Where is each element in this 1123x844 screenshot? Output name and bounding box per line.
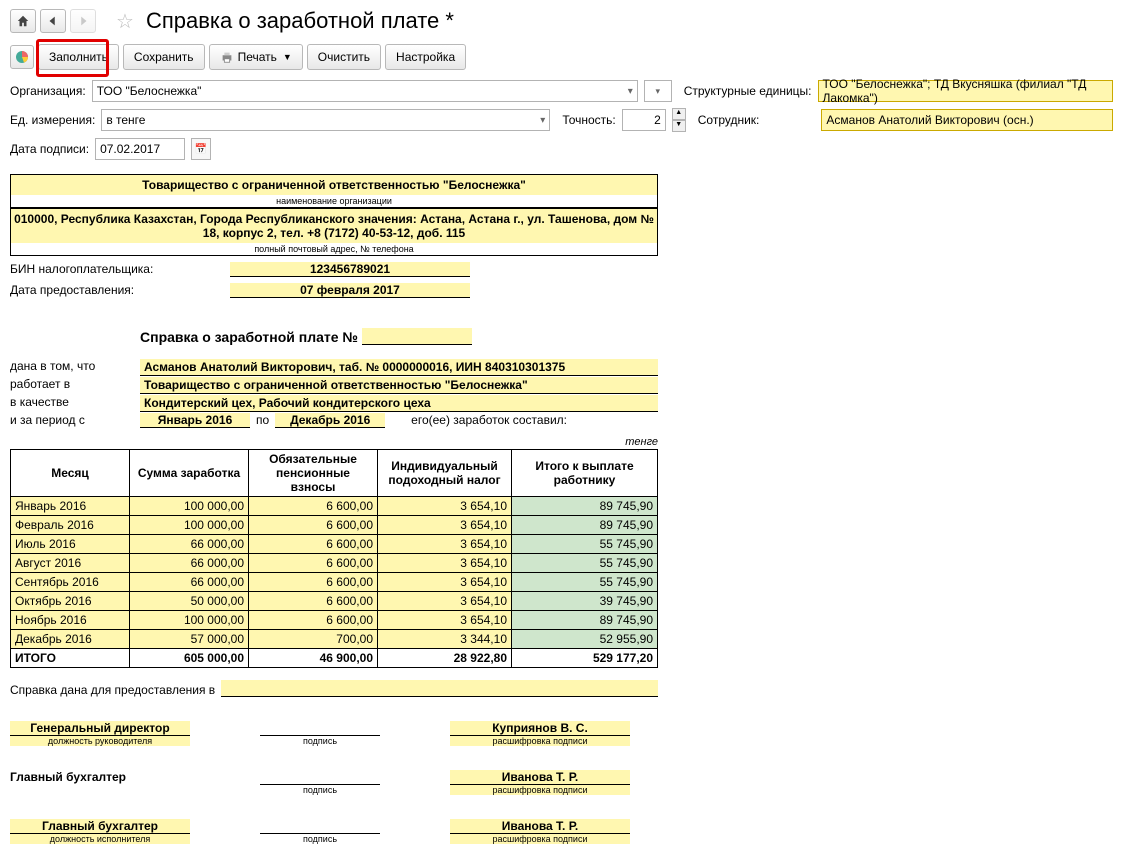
precision-field[interactable]: 2	[622, 109, 666, 131]
employer-line: Товарищество с ограниченной ответственно…	[140, 377, 658, 394]
cert-title: Справка о заработной плате №	[140, 328, 658, 345]
report-icon[interactable]	[10, 45, 34, 69]
table-row: Январь 2016100 000,006 600,003 654,1089 …	[11, 497, 658, 516]
units-field[interactable]: ТОО "Белоснежка"; ТД Вкусняшка (филиал "…	[818, 80, 1113, 102]
acc-sign-sub: подпись	[260, 785, 380, 795]
total-sum: 605 000,00	[130, 649, 249, 668]
works-in-label: работает в	[10, 377, 140, 394]
back-button[interactable]	[40, 9, 66, 33]
table-row: Июль 201666 000,006 600,003 654,1055 745…	[11, 535, 658, 554]
ceo-sign-sub: подпись	[260, 736, 380, 746]
provide-date-value: 07 февраля 2017	[230, 283, 470, 298]
employee-label: Сотрудник:	[698, 113, 760, 127]
person-line: Асманов Анатолий Викторович, таб. № 0000…	[140, 359, 658, 376]
acc-position: Главный бухгалтер	[10, 770, 190, 784]
table-row: Сентябрь 201666 000,006 600,003 654,1055…	[11, 573, 658, 592]
measure-label: Ед. измерения:	[10, 113, 95, 127]
period-to-label: по	[256, 413, 269, 427]
ceo-position: Генеральный директор	[10, 721, 190, 736]
purpose-label: Справка дана для предоставления в	[10, 683, 215, 697]
clear-button[interactable]: Очистить	[307, 44, 381, 70]
th-pay: Итого к выплате работнику	[512, 450, 658, 497]
ceo-name-sub: расшифровка подписи	[450, 736, 630, 746]
employee-field[interactable]: Асманов Анатолий Викторович (осн.)	[821, 109, 1113, 131]
bin-value: 123456789021	[230, 262, 470, 277]
precision-spinner[interactable]: ▲▼	[672, 108, 686, 132]
chevron-down-icon: ▼	[283, 52, 292, 62]
save-button[interactable]: Сохранить	[123, 44, 205, 70]
total-pension: 46 900,00	[249, 649, 378, 668]
total-label: ИТОГО	[11, 649, 130, 668]
acc-name: Иванова Т. Р.	[450, 770, 630, 785]
org-field[interactable]: ТОО "Белоснежка"	[92, 80, 638, 102]
home-button[interactable]	[10, 9, 36, 33]
print-label: Печать	[238, 50, 277, 64]
total-tax: 28 922,80	[378, 649, 512, 668]
sign-date-field[interactable]: 07.02.2017	[95, 138, 185, 160]
purpose-field[interactable]	[221, 680, 658, 697]
acc-sign-line	[260, 770, 380, 785]
th-sum: Сумма заработка	[130, 450, 249, 497]
period-to: Декабрь 2016	[275, 413, 385, 428]
print-button[interactable]: Печать ▼	[209, 44, 303, 70]
for-period-label: и за период с	[10, 413, 140, 428]
org-select-button[interactable]: ▾	[644, 80, 672, 102]
cert-number-field[interactable]	[362, 328, 472, 345]
doc-orgname: Товарищество с ограниченной ответственно…	[10, 174, 658, 195]
th-month: Месяц	[11, 450, 130, 497]
acc-name-sub: расшифровка подписи	[450, 785, 630, 795]
printer-icon	[220, 50, 234, 64]
table-row: Ноябрь 2016100 000,006 600,003 654,1089 …	[11, 611, 658, 630]
th-tax: Индивидуальный подоходный налог	[378, 450, 512, 497]
ceo-name: Куприянов В. С.	[450, 721, 630, 736]
as-role-label: в качестве	[10, 395, 140, 412]
table-row: Октябрь 201650 000,006 600,003 654,1039 …	[11, 592, 658, 611]
bin-label: БИН налогоплательщика:	[10, 262, 230, 277]
units-label: Структурные единицы:	[684, 84, 812, 98]
doc-orgname-sub: наименование организации	[10, 195, 658, 208]
given-that-label: дана в том, что	[10, 359, 140, 376]
org-label: Организация:	[10, 84, 86, 98]
exec-position-sub: должность исполнителя	[10, 834, 190, 844]
star-icon[interactable]: ☆	[116, 9, 134, 34]
page-title: Справка о заработной плате *	[146, 8, 454, 34]
fill-button[interactable]: Заполнить	[38, 44, 119, 70]
exec-name-sub: расшифровка подписи	[450, 834, 630, 844]
currency-note: тенге	[10, 436, 658, 448]
precision-label: Точность:	[562, 113, 615, 127]
measure-field[interactable]: в тенге	[101, 109, 550, 131]
ceo-sign-line	[260, 721, 380, 736]
position-line: Кондитерский цех, Рабочий кондитерского …	[140, 395, 658, 412]
total-pay: 529 177,20	[512, 649, 658, 668]
ceo-position-sub: должность руководителя	[10, 736, 190, 746]
provide-date-label: Дата предоставления:	[10, 283, 230, 298]
doc-address: 010000, Республика Казахстан, Города Рес…	[10, 208, 658, 243]
forward-button[interactable]	[70, 9, 96, 33]
exec-name: Иванова Т. Р.	[450, 819, 630, 834]
exec-sign-line	[260, 819, 380, 834]
setup-button[interactable]: Настройка	[385, 44, 466, 70]
calendar-icon[interactable]: 📅	[191, 138, 211, 160]
exec-position: Главный бухгалтер	[10, 819, 190, 834]
th-pension: Обязательные пенсионные взносы	[249, 450, 378, 497]
sign-date-label: Дата подписи:	[10, 142, 89, 156]
table-row: Февраль 2016100 000,006 600,003 654,1089…	[11, 516, 658, 535]
period-from: Январь 2016	[140, 413, 250, 428]
table-row: Август 201666 000,006 600,003 654,1055 7…	[11, 554, 658, 573]
table-row: Декабрь 201657 000,00700,003 344,1052 95…	[11, 630, 658, 649]
exec-sign-sub: подпись	[260, 834, 380, 844]
earn-text: его(ее) заработок составил:	[411, 413, 567, 427]
earnings-table: Месяц Сумма заработка Обязательные пенси…	[10, 449, 658, 668]
doc-address-sub: полный почтовый адрес, № телефона	[10, 243, 658, 256]
